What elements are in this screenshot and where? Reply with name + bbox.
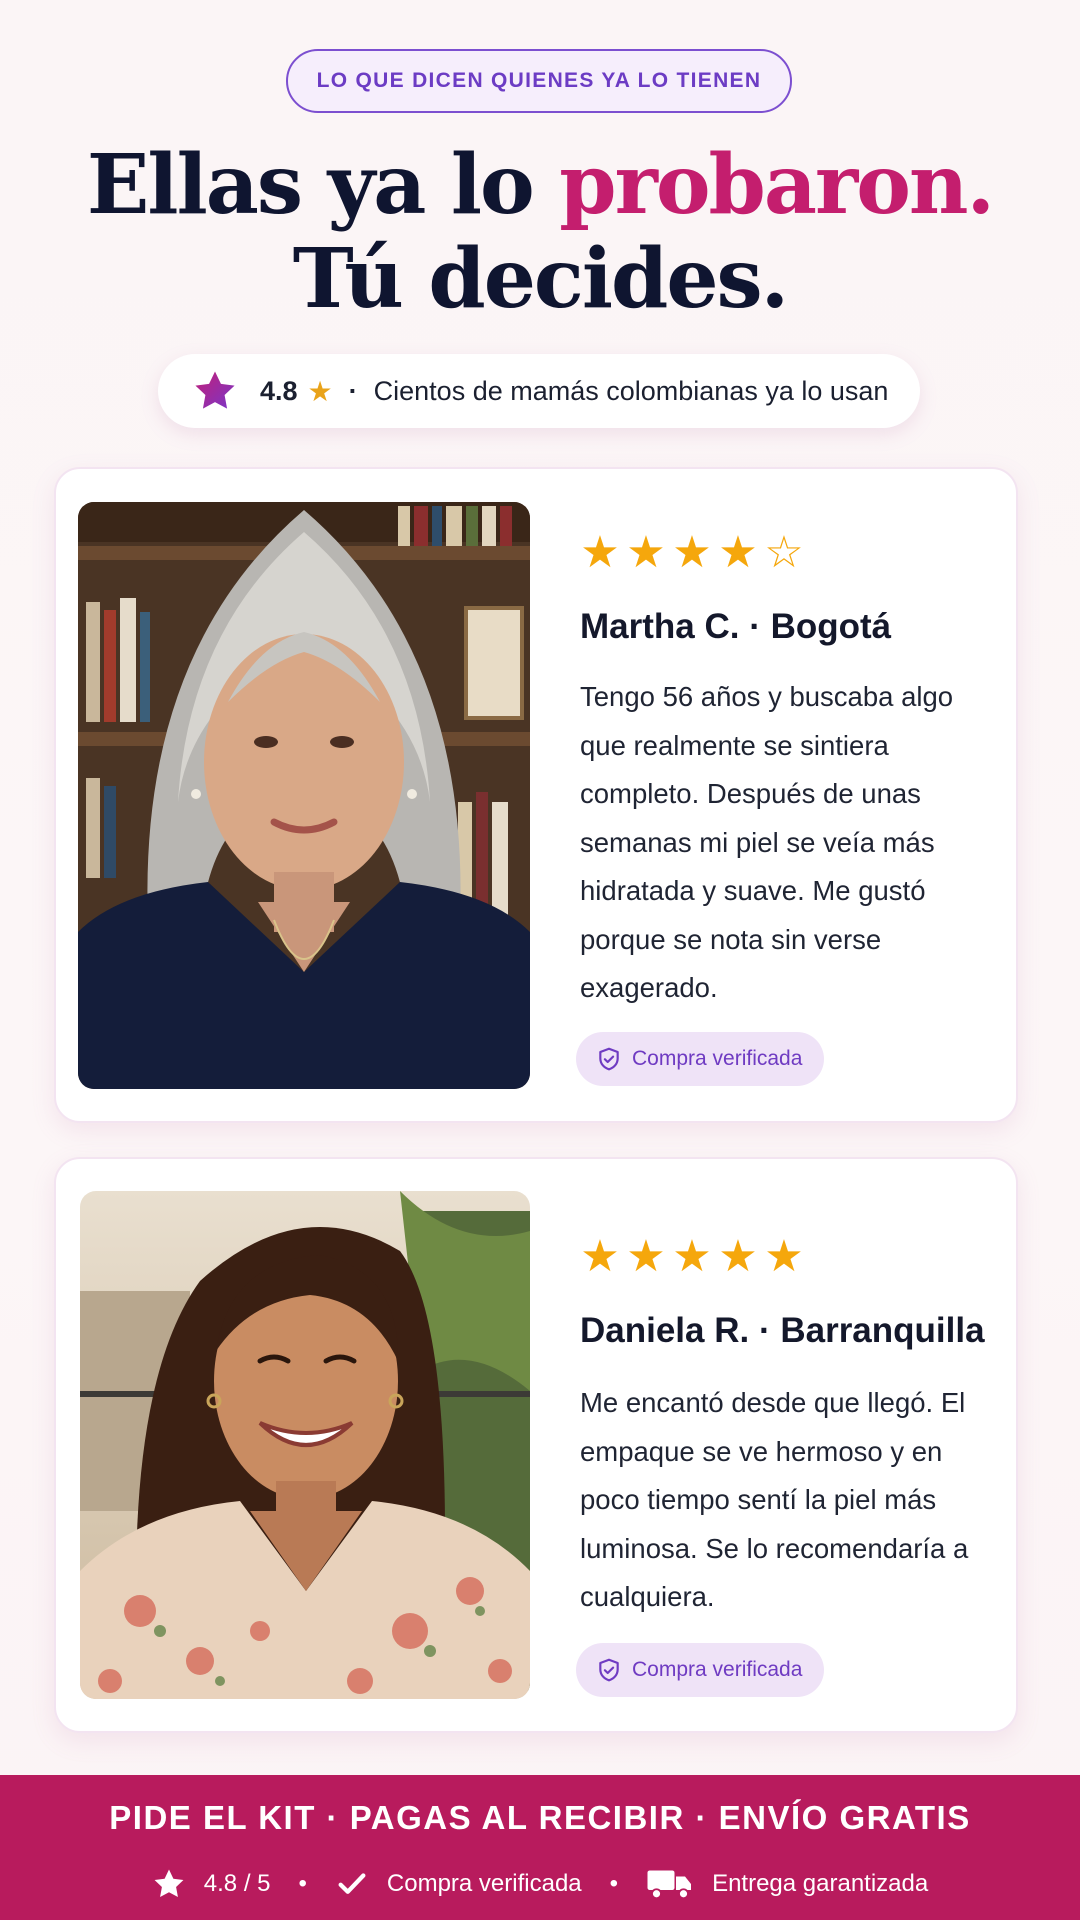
shield-check-icon: [599, 1047, 619, 1071]
star-filled-icon: ★: [626, 528, 666, 577]
review-text: Tengo 56 años y buscaba algo que realmen…: [580, 681, 954, 1003]
cta-headline[interactable]: PIDE EL KIT · PAGAS AL RECIBIR · ENVÍO G…: [0, 1799, 1080, 1837]
rating-value: 4.8: [260, 375, 298, 406]
footer-separator: •: [609, 1870, 619, 1897]
headline-accent: probaron.: [559, 137, 995, 233]
reviewer-photo: [80, 1191, 530, 1699]
footer-verified: Compra verificada: [386, 1870, 582, 1897]
review-text: Me encantó desde que llegó. El empaque s…: [580, 1387, 969, 1612]
star-filled-icon: ★: [580, 1232, 620, 1281]
star-icon: [154, 1869, 184, 1898]
star-badge-icon: [195, 371, 235, 409]
review-card: ★ ★ ★ ★ ★ Daniela R. · Barranquilla Me e…: [54, 1157, 1018, 1733]
rating-summary-pill: 4.8 ★ · Cientos de mamás colombianas ya …: [158, 354, 920, 428]
star-filled-icon: ★: [718, 1232, 758, 1281]
footer-rating: 4.8 / 5: [203, 1870, 271, 1897]
star-rating: ★ ★ ★ ★ ★: [580, 1235, 804, 1279]
reviewer-name: Martha C. · Bogotá: [580, 607, 892, 646]
footer-trust-row: 4.8 / 5 • Compra verificada • Entrega ga…: [0, 1867, 1080, 1901]
footer-delivery: Entrega garantizada: [712, 1870, 929, 1897]
rating-caption: Cientos de mamás colombianas ya lo usan: [373, 375, 889, 406]
star-filled-icon: ★: [672, 1232, 712, 1281]
cta-footer-bar[interactable]: PIDE EL KIT · PAGAS AL RECIBIR · ENVÍO G…: [0, 1775, 1080, 1920]
verified-label: Compra verificada: [632, 1047, 803, 1070]
star-icon: ★: [307, 375, 333, 407]
reviewer-name: Daniela R. · Barranquilla: [580, 1311, 985, 1350]
star-empty-icon: ☆: [764, 528, 804, 577]
star-filled-icon: ★: [672, 528, 712, 577]
star-filled-icon: ★: [764, 1232, 804, 1281]
headline-line2: Tú decides.: [292, 231, 789, 327]
star-filled-icon: ★: [626, 1232, 666, 1281]
section-eyebrow-badge: LO QUE DICEN QUIENES YA LO TIENEN: [286, 49, 792, 113]
headline-part1: Ellas ya lo: [86, 137, 560, 233]
rating-separator: ·: [348, 375, 358, 406]
verified-label: Compra verificada: [632, 1658, 803, 1681]
star-filled-icon: ★: [580, 528, 620, 577]
page-headline: Ellas ya lo probaron. Tú decides.: [0, 138, 1080, 326]
verified-purchase-badge: Compra verificada: [576, 1643, 825, 1697]
review-card: ★ ★ ★ ★ ☆ Martha C. · Bogotá Tengo 56 añ…: [54, 467, 1018, 1123]
footer-separator: •: [298, 1870, 307, 1897]
reviewer-photo: [78, 502, 530, 1089]
star-rating: ★ ★ ★ ★ ☆: [580, 531, 804, 575]
shield-check-icon: [599, 1658, 619, 1682]
verified-purchase-badge: Compra verificada: [576, 1032, 825, 1086]
star-filled-icon: ★: [718, 528, 758, 577]
checkmark-icon: [338, 1873, 366, 1894]
delivery-truck-icon: [647, 1870, 692, 1900]
